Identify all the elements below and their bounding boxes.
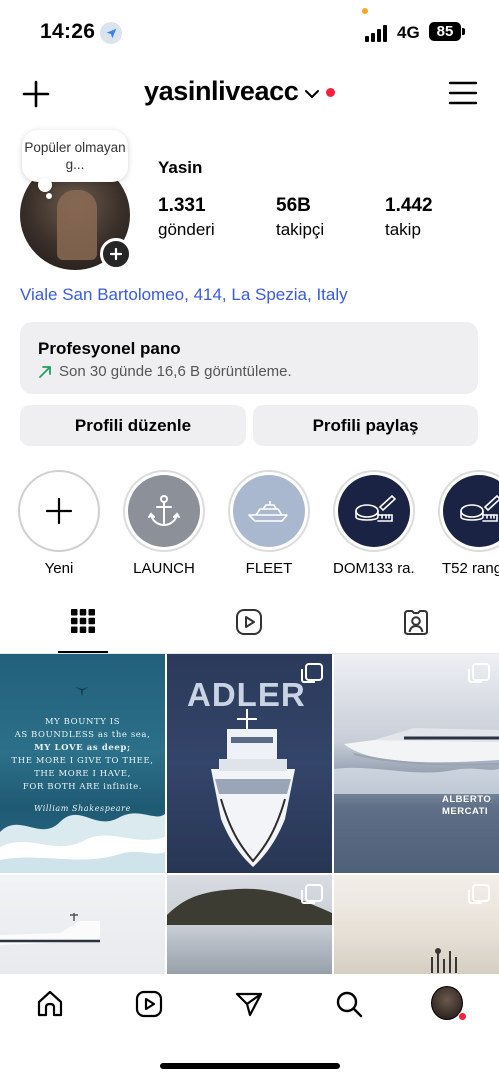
note-text: Popüler olmayan g... [24,140,126,172]
tab-reels[interactable] [166,606,332,654]
deck-image [431,948,457,973]
display-name: Yasin [158,158,203,177]
quote-line: THE MORE I HAVE, [34,769,131,779]
highlight-dom133[interactable]: DOM133 ra... [333,470,415,577]
tab-tagged[interactable] [333,606,499,654]
battery-icon: 85 [429,22,461,41]
add-story-icon[interactable] [100,238,132,270]
highlight-launch[interactable]: LAUNCH [123,470,205,577]
anchor-icon [148,495,180,527]
account-switcher[interactable]: yasinliveacc [144,76,336,107]
quote-line: MY BOUNTY IS [44,717,121,727]
yacht-side-image [334,728,499,794]
search-icon[interactable] [333,988,365,1020]
posts-grid: MY BOUNTY IS AS BOUNDLESS as the sea, MY… [0,654,499,974]
following-label: takip [385,220,421,239]
chevron-down-icon [305,89,320,98]
tape-measure-icon [355,494,396,522]
direct-messages-icon[interactable] [233,988,265,1020]
post-adler[interactable]: ADLER [167,654,332,873]
profile-header: yasinliveacc [0,72,499,116]
note-bubble[interactable]: Popüler olmayan g... [22,130,128,182]
highlight-label: Yeni [44,560,74,577]
dashboard-subtitle: Son 30 günde 16,6 B görüntüleme. [59,363,292,380]
quote-line: FOR BOTH ARE infinite. [22,782,143,792]
seagull-icon [75,687,89,697]
followers-label: takipçi [276,220,325,239]
post-alberto-mercati[interactable]: ALBERTO MERCATI [334,654,499,873]
signal-strength-icon [365,24,387,42]
bottom-navigation [0,974,499,1038]
edit-profile-button[interactable]: Profili düzenle [20,405,246,446]
highlight-label: LAUNCH [133,560,195,577]
hamburger-menu-icon[interactable] [448,80,478,106]
carousel-icon [468,884,490,904]
avatar-figure [57,190,97,260]
grid-icon [71,609,95,633]
tab-grid[interactable] [0,606,166,654]
posts-count: 1.331 [158,195,206,216]
following-stat[interactable]: 1.442 takip [385,195,433,240]
alberto-line2: MERCATI [442,806,489,817]
dashboard-title: Profesyonel pano [38,339,181,358]
note-bubble-tail [38,178,52,192]
carousel-icon [301,663,323,683]
carousel-icon [468,663,490,683]
highlight-label: T52 rang [442,560,499,577]
yacht-icon [248,501,288,522]
yacht-image [0,913,100,945]
home-icon[interactable] [34,988,66,1020]
location-arrow-icon [100,22,122,44]
post-quote[interactable]: MY BOUNTY IS AS BOUNDLESS as the sea, MY… [0,654,165,873]
highlight-new[interactable]: Yeni [18,470,100,577]
quote-line: THE MORE I GIVE TO THEE, [11,756,154,766]
reels-play-icon [236,609,262,635]
followers-stat[interactable]: 56B takipçi [276,195,324,240]
followers-count: 56B [276,195,311,216]
post-deck[interactable] [334,875,499,974]
battery-tip [462,28,465,35]
carousel-icon [301,884,323,904]
wave-foam [0,813,165,873]
highlight-t52[interactable]: T52 rang [438,470,499,577]
create-plus-icon[interactable] [20,78,52,110]
posts-label: gönderi [158,220,215,239]
post-island[interactable] [167,875,332,974]
plus-icon [45,497,73,525]
notification-dot [458,1012,467,1021]
following-count: 1.442 [385,195,433,216]
content-tabs [0,606,499,654]
status-bar: 14:26 4G 85 [0,0,499,62]
quote-line: AS BOUNDLESS as the sea, [14,730,151,740]
alberto-line1: ALBERTO [442,794,492,805]
battery-level: 85 [436,23,454,40]
recording-indicator-dot [362,8,368,14]
yacht-bow-image [211,709,295,867]
tape-measure-icon [460,494,499,522]
highlight-fleet[interactable]: FLEET [228,470,310,577]
trend-up-icon [39,365,51,378]
professional-dashboard[interactable]: Profesyonel pano Son 30 günde 16,6 B gör… [20,322,478,394]
status-time: 14:26 [40,20,96,43]
quote-line: MY LOVE as deep; [34,743,131,753]
quote-text: MY BOUNTY IS AS BOUNDLESS as the sea, MY… [0,716,165,815]
tagged-user-icon [404,610,428,635]
network-type: 4G [397,23,420,42]
post-yacht-4[interactable] [0,875,165,974]
notification-dot [326,88,336,97]
share-profile-button[interactable]: Profili paylaş [253,405,478,446]
username: yasinliveacc [144,76,299,106]
note-bubble-tail-small [46,193,52,199]
reels-icon[interactable] [133,988,165,1020]
highlight-label: DOM133 ra... [333,560,415,577]
home-indicator[interactable] [160,1063,340,1069]
highlight-label: FLEET [245,560,293,577]
posts-stat[interactable]: 1.331 gönderi [158,195,215,240]
location-link[interactable]: Viale San Bartolomeo, 414, La Spezia, It… [20,285,348,305]
active-tab-indicator [58,651,108,653]
